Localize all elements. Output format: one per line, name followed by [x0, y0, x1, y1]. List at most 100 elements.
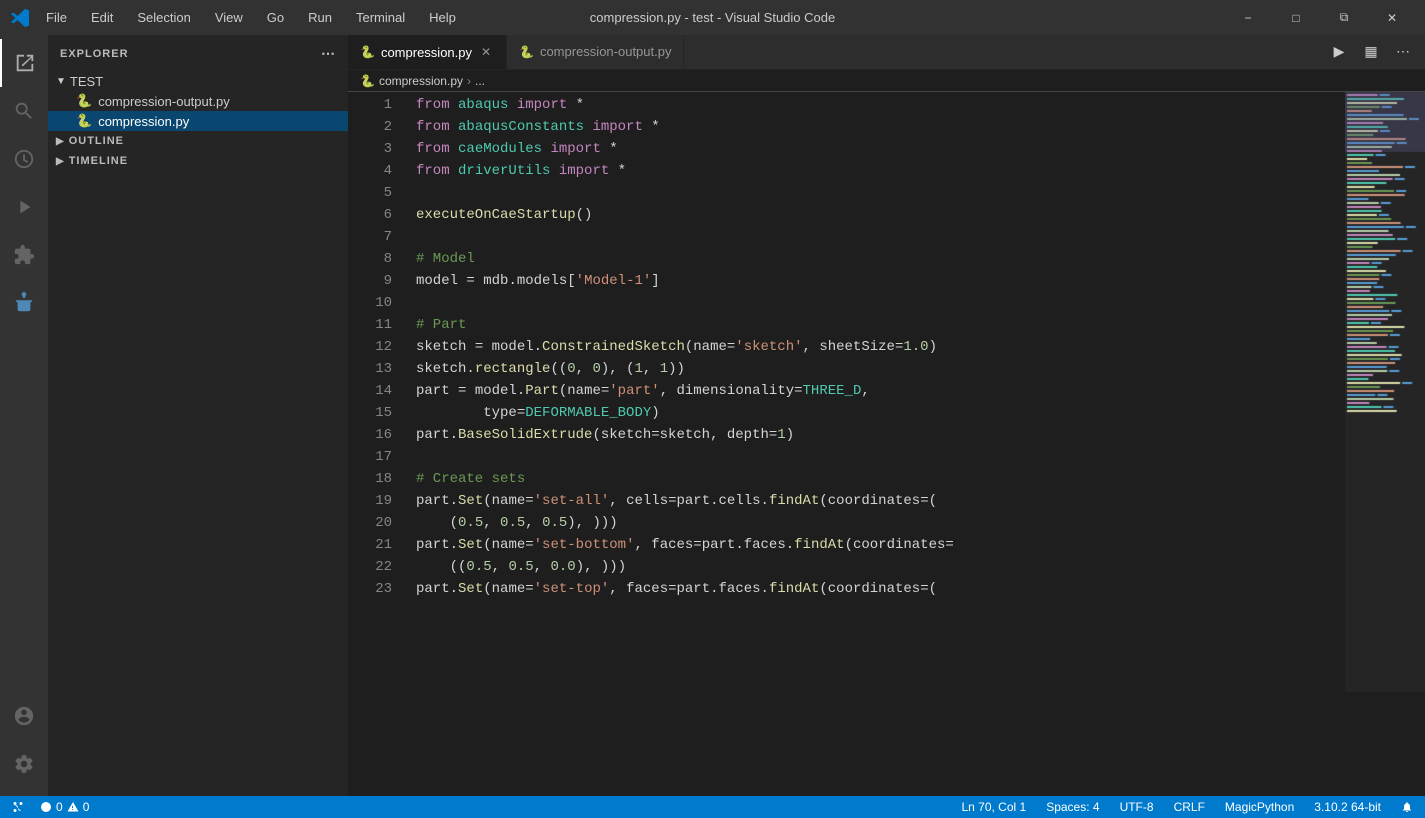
tab-icon-2: 🐍 — [519, 45, 534, 59]
tab-bar: 🐍 compression.py ✕ 🐍 compression-output.… — [348, 35, 1425, 70]
code-line-20: (0.5, 0.5, 0.5), ))) — [416, 512, 1345, 534]
outline-label: OUTLINE — [69, 135, 124, 147]
activity-account[interactable] — [0, 692, 48, 740]
tab-label-2: compression-output.py — [540, 44, 672, 59]
error-count: 0 — [56, 800, 63, 814]
menu-terminal[interactable]: Terminal — [348, 6, 413, 29]
titlebar: File Edit Selection View Go Run Terminal… — [0, 0, 1425, 35]
tab-actions: ▶ ▦ ⋯ — [1325, 35, 1425, 69]
file-icon-1: 🐍 — [76, 93, 92, 109]
file-name-2: compression.py — [98, 114, 189, 129]
tab-label-1: compression.py — [381, 45, 472, 60]
tab-compression-output-py[interactable]: 🐍 compression-output.py — [507, 35, 684, 69]
code-line-2: from abaqusConstants import * — [416, 116, 1345, 138]
run-button[interactable]: ▶ — [1325, 38, 1353, 66]
activity-test[interactable] — [0, 279, 48, 327]
line-numbers: 1 2 3 4 5 6 7 8 9 10 11 12 13 14 15 16 1… — [348, 92, 400, 796]
status-bar: 0 0 Ln 70, Col 1 Spaces: 4 UTF-8 CRLF Ma… — [0, 796, 1425, 818]
activity-settings[interactable] — [0, 740, 48, 788]
activity-search[interactable] — [0, 87, 48, 135]
code-line-19: part.Set(name='set-all', cells=part.cell… — [416, 490, 1345, 512]
status-branch[interactable] — [8, 796, 28, 818]
menu-file[interactable]: File — [38, 6, 75, 29]
breadcrumb-file[interactable]: compression.py — [379, 74, 463, 88]
folder-name: TEST — [70, 74, 103, 89]
split-editor-button[interactable]: ▦ — [1357, 38, 1385, 66]
code-line-10 — [416, 292, 1345, 314]
file-name-1: compression-output.py — [98, 94, 230, 109]
main-area: EXPLORER ⋯ ▼ TEST 🐍 compression-output.p… — [0, 35, 1425, 796]
activity-extensions[interactable] — [0, 231, 48, 279]
layout-button[interactable]: ⧉ — [1321, 0, 1367, 35]
close-button[interactable]: ✕ — [1369, 0, 1415, 35]
code-line-3: from caeModules import * — [416, 138, 1345, 160]
vscode-logo-icon — [10, 8, 30, 28]
code-line-21: part.Set(name='set-bottom', faces=part.f… — [416, 534, 1345, 556]
minimap-canvas — [1345, 92, 1425, 692]
editor-area: 🐍 compression.py ✕ 🐍 compression-output.… — [348, 35, 1425, 796]
file-compression[interactable]: 🐍 compression.py — [48, 111, 348, 131]
timeline-section[interactable]: ▶ TIMELINE — [48, 151, 348, 171]
menu-run[interactable]: Run — [300, 6, 340, 29]
file-compression-output[interactable]: 🐍 compression-output.py — [48, 91, 348, 111]
code-line-22: ((0.5, 0.5, 0.0), ))) — [416, 556, 1345, 578]
minimize-button[interactable]: − — [1225, 0, 1271, 35]
code-line-12: sketch = model.ConstrainedSketch(name='s… — [416, 336, 1345, 358]
code-line-8: # Model — [416, 248, 1345, 270]
activity-source-control[interactable] — [0, 135, 48, 183]
code-line-14: part = model.Part(name='part', dimension… — [416, 380, 1345, 402]
status-spaces[interactable]: Spaces: 4 — [1042, 796, 1103, 818]
menu-selection[interactable]: Selection — [129, 6, 198, 29]
outline-section[interactable]: ▶ OUTLINE — [48, 131, 348, 151]
status-eol[interactable]: CRLF — [1170, 796, 1209, 818]
code-line-17 — [416, 446, 1345, 468]
warning-count: 0 — [83, 800, 90, 814]
folder-arrow-icon: ▼ — [56, 76, 66, 87]
file-icon-2: 🐍 — [76, 113, 92, 129]
titlebar-left: File Edit Selection View Go Run Terminal… — [10, 6, 464, 29]
menu-go[interactable]: Go — [259, 6, 292, 29]
status-version[interactable]: 3.10.2 64-bit — [1310, 796, 1385, 818]
maximize-button[interactable]: □ — [1273, 0, 1319, 35]
status-encoding[interactable]: UTF-8 — [1116, 796, 1158, 818]
menu-help[interactable]: Help — [421, 6, 464, 29]
file-icon-breadcrumb: 🐍 — [360, 74, 375, 88]
menu-view[interactable]: View — [207, 6, 251, 29]
window-title: compression.py - test - Visual Studio Co… — [590, 10, 835, 25]
code-line-9: model = mdb.models['Model-1'] — [416, 270, 1345, 292]
breadcrumb: 🐍 compression.py › ... — [348, 70, 1425, 92]
sidebar-more-icon[interactable]: ⋯ — [321, 45, 336, 62]
code-editor[interactable]: from abaqus import * from abaqusConstant… — [400, 92, 1345, 796]
status-position[interactable]: Ln 70, Col 1 — [957, 796, 1030, 818]
file-tree: ▼ TEST 🐍 compression-output.py 🐍 compres… — [48, 72, 348, 796]
breadcrumb-rest[interactable]: ... — [475, 74, 485, 88]
code-line-7 — [416, 226, 1345, 248]
code-line-13: sketch.rectangle((0, 0), (1, 1)) — [416, 358, 1345, 380]
menu-edit[interactable]: Edit — [83, 6, 121, 29]
status-notifications[interactable] — [1397, 796, 1417, 818]
status-language[interactable]: MagicPython — [1221, 796, 1298, 818]
status-errors[interactable]: 0 0 — [36, 796, 93, 818]
tab-compression-py[interactable]: 🐍 compression.py ✕ — [348, 35, 507, 69]
code-line-23: part.Set(name='set-top', faces=part.face… — [416, 578, 1345, 600]
code-line-16: part.BaseSolidExtrude(sketch=sketch, dep… — [416, 424, 1345, 446]
status-right: Ln 70, Col 1 Spaces: 4 UTF-8 CRLF MagicP… — [957, 796, 1417, 818]
timeline-arrow-icon: ▶ — [56, 156, 65, 167]
status-left: 0 0 — [8, 796, 93, 818]
activity-explorer[interactable] — [0, 39, 48, 87]
code-line-15: type=DEFORMABLE_BODY) — [416, 402, 1345, 424]
code-line-11: # Part — [416, 314, 1345, 336]
folder-test[interactable]: ▼ TEST — [48, 72, 348, 91]
tab-close-1[interactable]: ✕ — [478, 44, 494, 60]
activity-bottom — [0, 692, 48, 796]
breadcrumb-sep: › — [467, 74, 471, 88]
code-line-6: executeOnCaeStartup() — [416, 204, 1345, 226]
code-line-5 — [416, 182, 1345, 204]
code-line-18: # Create sets — [416, 468, 1345, 490]
minimap — [1345, 92, 1425, 796]
activity-bar — [0, 35, 48, 796]
editor-content: 1 2 3 4 5 6 7 8 9 10 11 12 13 14 15 16 1… — [348, 92, 1425, 796]
activity-run[interactable] — [0, 183, 48, 231]
timeline-label: TIMELINE — [69, 155, 128, 167]
more-actions-button[interactable]: ⋯ — [1389, 38, 1417, 66]
